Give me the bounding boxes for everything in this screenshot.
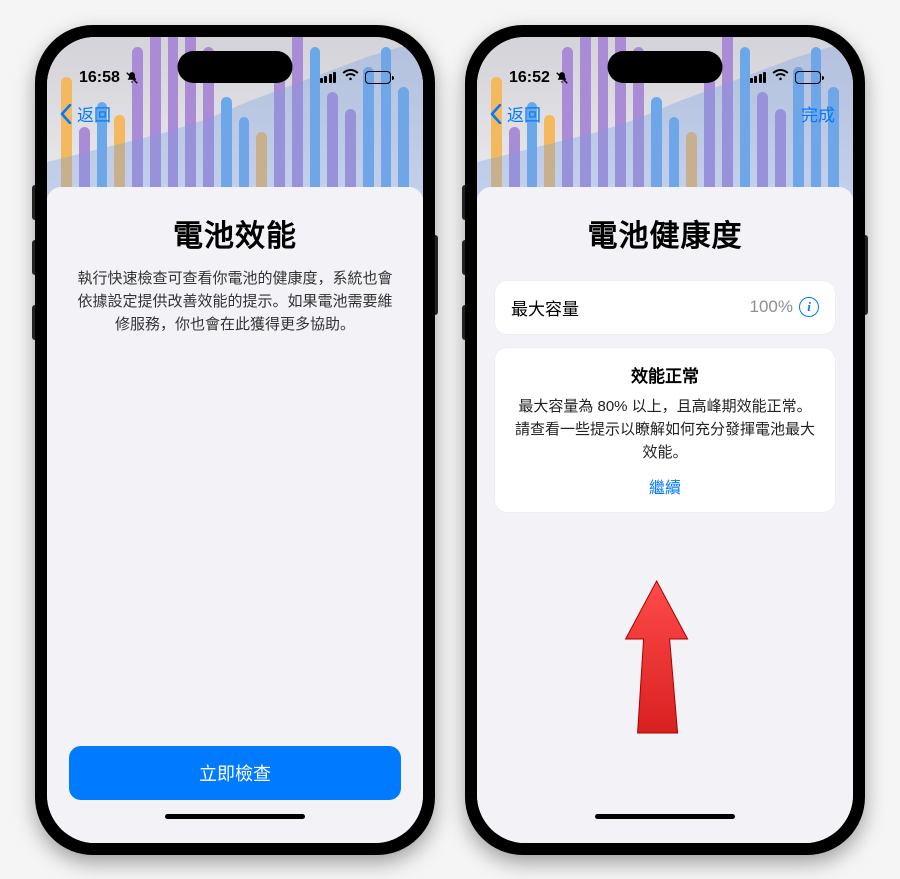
- battery-icon: [795, 71, 821, 84]
- phone-frame-left: 16:58 返回: [35, 25, 435, 855]
- check-now-button[interactable]: 立即檢查: [69, 746, 401, 800]
- done-button[interactable]: 完成: [801, 101, 841, 126]
- page-description: 執行快速檢查可查看你電池的健康度，系統也會依據設定提供改善效能的提示。如果電池需…: [65, 267, 405, 337]
- wifi-icon: [342, 69, 359, 87]
- nav-bar: 返回 完成: [477, 91, 853, 137]
- performance-body: 最大容量為 80% 以上，且高峰期效能正常。請查看一些提示以瞭解如何充分發揮電池…: [511, 395, 819, 465]
- cellular-icon: [750, 72, 767, 83]
- chevron-left-icon: [489, 104, 503, 124]
- cellular-icon: [320, 72, 337, 83]
- chevron-left-icon: [59, 104, 73, 124]
- phone-frame-right: 16:52 返回 完成: [465, 25, 865, 855]
- page-title: 電池健康度: [495, 211, 835, 255]
- wifi-icon: [772, 69, 789, 87]
- info-icon[interactable]: i: [799, 297, 819, 317]
- back-button[interactable]: 返回: [489, 101, 541, 126]
- back-button[interactable]: 返回: [59, 101, 111, 126]
- screen-left: 16:58 返回: [47, 37, 423, 843]
- max-capacity-value: 100%: [750, 297, 793, 317]
- continue-link[interactable]: 繼續: [511, 474, 819, 498]
- nav-bar: 返回: [47, 91, 423, 137]
- content-sheet: 電池健康度 最大容量 100% i 效能正常 最大容量為 80% 以上，且高峰期…: [477, 187, 853, 843]
- status-time: 16:52: [509, 69, 550, 87]
- home-indicator[interactable]: [165, 814, 305, 819]
- content-sheet: 電池效能 執行快速檢查可查看你電池的健康度，系統也會依據設定提供改善效能的提示。…: [47, 187, 423, 843]
- performance-heading: 效能正常: [511, 362, 819, 387]
- silent-mode-icon: [555, 71, 569, 85]
- page-title: 電池效能: [65, 211, 405, 255]
- dynamic-island: [178, 51, 293, 83]
- back-label: 返回: [507, 101, 541, 126]
- performance-card: 效能正常 最大容量為 80% 以上，且高峰期效能正常。請查看一些提示以瞭解如何充…: [495, 348, 835, 513]
- home-indicator[interactable]: [595, 814, 735, 819]
- max-capacity-card[interactable]: 最大容量 100% i: [495, 281, 835, 334]
- dynamic-island: [608, 51, 723, 83]
- back-label: 返回: [77, 101, 111, 126]
- status-time: 16:58: [79, 69, 120, 87]
- screen-right: 16:52 返回 完成: [477, 37, 853, 843]
- silent-mode-icon: [125, 71, 139, 85]
- battery-icon: [365, 71, 391, 84]
- max-capacity-label: 最大容量: [511, 295, 579, 320]
